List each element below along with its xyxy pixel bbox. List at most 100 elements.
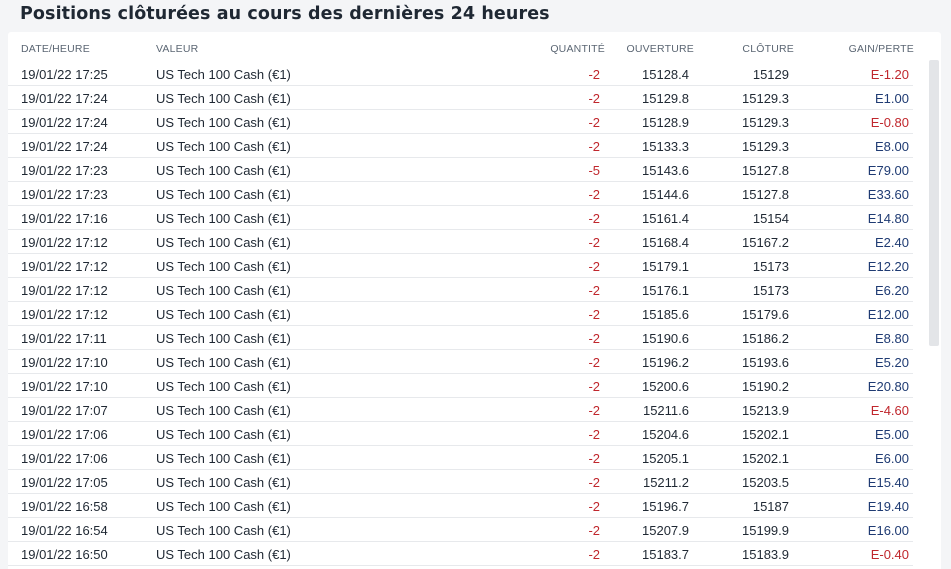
table-row[interactable]: 19/01/22 16:58 US Tech 100 Cash (€1) -2 151… xyxy=(8,494,913,518)
cell-quantite: -2 xyxy=(588,67,600,82)
table-row[interactable]: 19/01/22 17:12 US Tech 100 Cash (€1) -2 151… xyxy=(8,278,913,302)
cell-valeur: US Tech 100 Cash (€1) xyxy=(156,427,291,442)
cell-gain-perte: E6.20 xyxy=(875,283,909,298)
column-header-date[interactable]: DATE/HEURE xyxy=(21,43,90,55)
table-row[interactable]: 19/01/22 17:24 US Tech 100 Cash (€1) -2 151… xyxy=(8,110,913,134)
table-row[interactable]: 19/01/22 17:10 US Tech 100 Cash (€1) -2 151… xyxy=(8,350,913,374)
cell-quantite: -2 xyxy=(588,523,600,538)
cell-cloture: 15179.6 xyxy=(742,307,789,322)
cell-date: 19/01/22 17:24 xyxy=(21,139,108,154)
cell-gain-perte: E16.00 xyxy=(867,523,909,538)
table-row[interactable]: 19/01/22 17:11 US Tech 100 Cash (€1) -2 151… xyxy=(8,326,913,350)
cell-gain-perte: E79.00 xyxy=(867,163,909,178)
cell-date: 19/01/22 17:10 xyxy=(21,355,108,370)
cell-quantite: -2 xyxy=(588,259,600,274)
cell-gain-perte: E8.00 xyxy=(875,139,909,154)
cell-date: 19/01/22 17:06 xyxy=(21,427,108,442)
cell-quantite: -2 xyxy=(588,211,600,226)
page-title: Positions clôturées au cours des dernièr… xyxy=(20,4,550,24)
cell-quantite: -2 xyxy=(588,499,600,514)
cell-date: 19/01/22 17:23 xyxy=(21,163,108,178)
cell-ouverture: 15161.4 xyxy=(642,211,689,226)
table-row[interactable]: 19/01/22 17:24 US Tech 100 Cash (€1) -2 151… xyxy=(8,86,913,110)
cell-date: 19/01/22 17:12 xyxy=(21,235,108,250)
cell-gain-perte: E8.80 xyxy=(875,331,909,346)
cell-gain-perte: E20.80 xyxy=(867,379,909,394)
cell-gain-perte: E33.60 xyxy=(867,187,909,202)
cell-valeur: US Tech 100 Cash (€1) xyxy=(156,499,291,514)
cell-cloture: 15186.2 xyxy=(742,331,789,346)
table-row[interactable]: 19/01/22 17:05 US Tech 100 Cash (€1) -2 152… xyxy=(8,470,913,494)
cell-date: 19/01/22 17:05 xyxy=(21,475,108,490)
cell-date: 19/01/22 17:24 xyxy=(21,91,108,106)
cell-quantite: -2 xyxy=(588,547,600,562)
table-row[interactable]: 19/01/22 17:16 US Tech 100 Cash (€1) -2 151… xyxy=(8,206,913,230)
table-row[interactable]: 19/01/22 17:12 US Tech 100 Cash (€1) -2 151… xyxy=(8,230,913,254)
column-header-ouverture[interactable]: OUVERTURE xyxy=(626,43,694,55)
cell-valeur: US Tech 100 Cash (€1) xyxy=(156,67,291,82)
cell-date: 19/01/22 17:11 xyxy=(21,331,107,346)
cell-date: 19/01/22 17:07 xyxy=(21,403,108,418)
cell-ouverture: 15129.8 xyxy=(642,91,689,106)
cell-date: 19/01/22 17:16 xyxy=(21,211,108,226)
cell-ouverture: 15204.6 xyxy=(642,427,689,442)
cell-ouverture: 15133.3 xyxy=(642,139,689,154)
cell-ouverture: 15183.7 xyxy=(642,547,689,562)
cell-valeur: US Tech 100 Cash (€1) xyxy=(156,475,291,490)
cell-valeur: US Tech 100 Cash (€1) xyxy=(156,451,291,466)
cell-date: 19/01/22 16:54 xyxy=(21,523,108,538)
cell-ouverture: 15196.7 xyxy=(642,499,689,514)
table-row[interactable]: 19/01/22 17:07 US Tech 100 Cash (€1) -2 152… xyxy=(8,398,913,422)
cell-quantite: -2 xyxy=(588,403,600,418)
cell-cloture: 15183.9 xyxy=(742,547,789,562)
cell-valeur: US Tech 100 Cash (€1) xyxy=(156,139,291,154)
table-row[interactable]: 19/01/22 17:12 US Tech 100 Cash (€1) -2 151… xyxy=(8,302,913,326)
cell-date: 19/01/22 17:25 xyxy=(21,67,108,82)
cell-gain-perte: E-0.80 xyxy=(870,115,909,130)
cell-gain-perte: E2.40 xyxy=(875,235,909,250)
table-row[interactable]: 19/01/22 17:06 US Tech 100 Cash (€1) -2 152… xyxy=(8,422,913,446)
cell-quantite: -2 xyxy=(588,475,600,490)
cell-valeur: US Tech 100 Cash (€1) xyxy=(156,283,291,298)
cell-cloture: 15213.9 xyxy=(742,403,789,418)
table-row[interactable]: 19/01/22 16:50 US Tech 100 Cash (€1) -2 151… xyxy=(8,542,913,566)
cell-cloture: 15173 xyxy=(752,283,789,298)
cell-quantite: -2 xyxy=(588,139,600,154)
cell-cloture: 15129.3 xyxy=(742,115,789,130)
cell-cloture: 15129 xyxy=(752,67,789,82)
column-header-valeur[interactable]: VALEUR xyxy=(156,43,198,55)
cell-ouverture: 15128.4 xyxy=(642,67,689,82)
cell-quantite: -2 xyxy=(588,283,600,298)
table-row[interactable]: 19/01/22 17:12 US Tech 100 Cash (€1) -2 151… xyxy=(8,254,913,278)
column-header-cloture[interactable]: CLÔTURE xyxy=(742,43,794,55)
cell-valeur: US Tech 100 Cash (€1) xyxy=(156,379,291,394)
table-row[interactable]: 19/01/22 17:25 US Tech 100 Cash (€1) -2 151… xyxy=(8,62,913,86)
table-row[interactable]: 19/01/22 17:23 US Tech 100 Cash (€1) -5 151… xyxy=(8,158,913,182)
cell-ouverture: 15143.6 xyxy=(642,163,689,178)
cell-gain-perte: E5.00 xyxy=(875,427,909,442)
table-row[interactable]: 19/01/22 17:10 US Tech 100 Cash (€1) -2 152… xyxy=(8,374,913,398)
cell-valeur: US Tech 100 Cash (€1) xyxy=(156,523,291,538)
cell-valeur: US Tech 100 Cash (€1) xyxy=(156,355,291,370)
cell-quantite: -2 xyxy=(588,331,600,346)
cell-cloture: 15190.2 xyxy=(742,379,789,394)
table-row[interactable]: 19/01/22 17:06 US Tech 100 Cash (€1) -2 152… xyxy=(8,446,913,470)
vertical-scrollbar[interactable] xyxy=(929,60,939,346)
cell-quantite: -2 xyxy=(588,235,600,250)
cell-cloture: 15202.1 xyxy=(742,427,789,442)
cell-gain-perte: E-4.60 xyxy=(870,403,909,418)
column-header-quantite[interactable]: QUANTITÉ xyxy=(550,43,605,55)
closed-positions-panel: DATE/HEURE VALEUR QUANTITÉ OUVERTURE CLÔ… xyxy=(8,32,941,569)
cell-cloture: 15202.1 xyxy=(742,451,789,466)
cell-quantite: -2 xyxy=(588,427,600,442)
table-row[interactable]: 19/01/22 16:54 US Tech 100 Cash (€1) -2 152… xyxy=(8,518,913,542)
cell-quantite: -2 xyxy=(588,187,600,202)
cell-gain-perte: E19.40 xyxy=(867,499,909,514)
table-row[interactable]: 19/01/22 17:24 US Tech 100 Cash (€1) -2 151… xyxy=(8,134,913,158)
table-row[interactable]: 19/01/22 17:23 US Tech 100 Cash (€1) -2 151… xyxy=(8,182,913,206)
cell-date: 19/01/22 17:06 xyxy=(21,451,108,466)
cell-ouverture: 15211.6 xyxy=(642,403,689,418)
cell-ouverture: 15190.6 xyxy=(642,331,689,346)
column-header-gain-perte[interactable]: GAIN/PERTE xyxy=(849,43,914,55)
cell-ouverture: 15179.1 xyxy=(642,259,689,274)
